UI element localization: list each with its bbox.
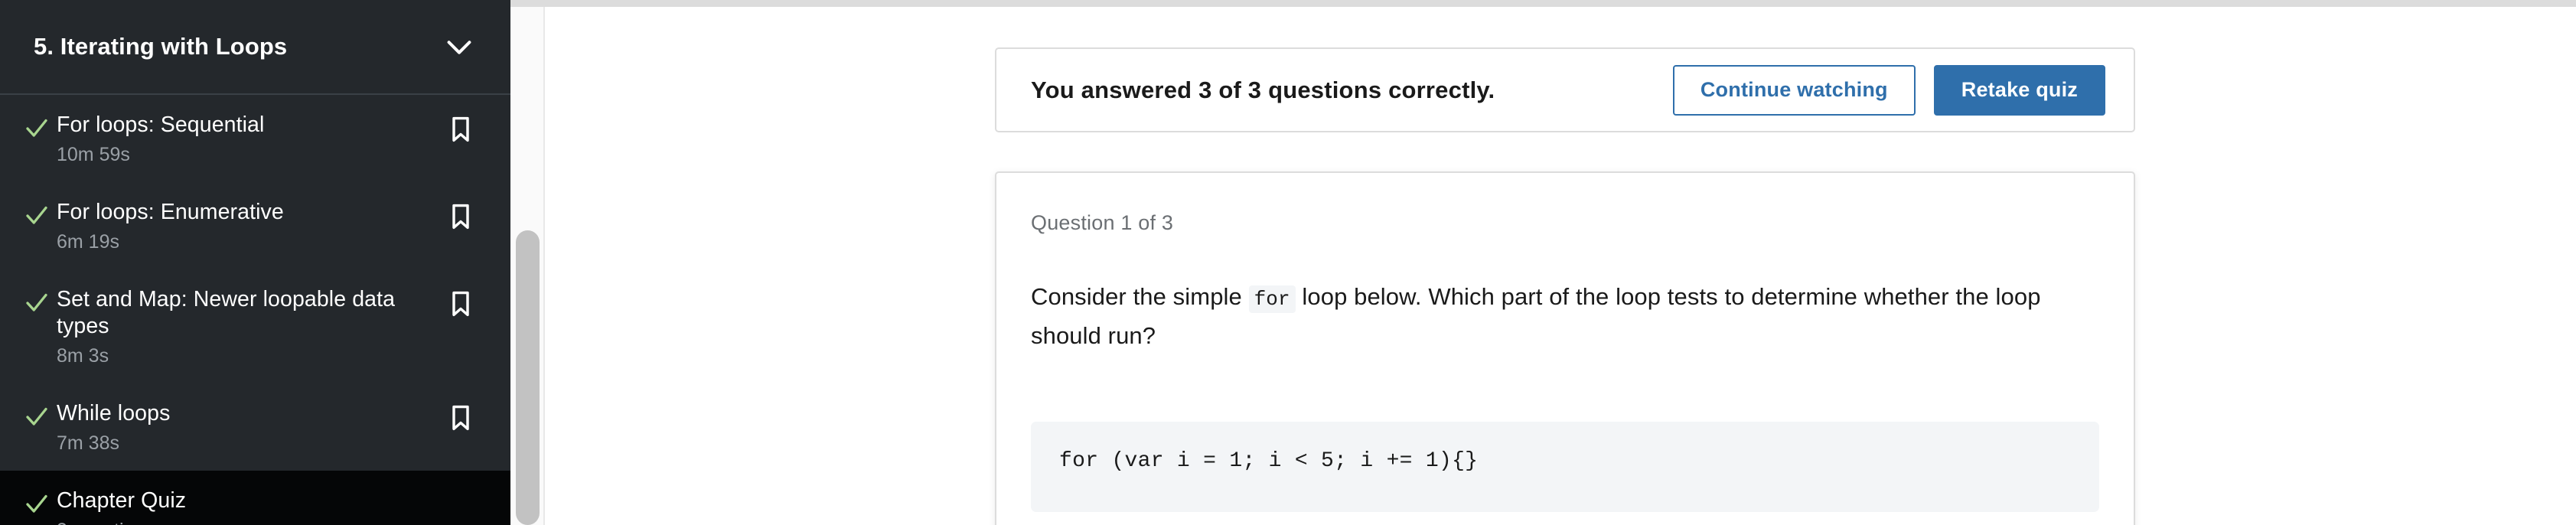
lesson-title: For loops: Enumerative [57,200,284,224]
check-icon [23,112,57,142]
lesson-question-count: 3 questions [57,518,463,525]
lesson-body: Set and Map: Newer loopable data types 8… [57,286,445,368]
lesson-item[interactable]: For loops: Sequential 10m 59s [0,95,510,182]
lesson-duration: 6m 19s [57,231,119,253]
check-icon [23,199,57,230]
lesson-duration: 8m 3s [57,345,109,367]
question-counter: Question 1 of 3 [1031,211,1174,234]
chapter-header[interactable]: 5. Iterating with Loops [0,0,510,95]
check-icon [23,400,57,431]
quiz-main-pane: You answered 3 of 3 questions correctly.… [546,7,2576,525]
chevron-down-icon[interactable] [442,29,477,64]
chapter-title: 5. Iterating with Loops [34,33,288,60]
lesson-title: Set and Map: Newer loopable data types [57,287,396,338]
quiz-result-message: You answered 3 of 3 questions correctly. [1031,76,1495,103]
lesson-item[interactable]: For loops: Enumerative 6m 19s [0,182,510,269]
lesson-body: For loops: Enumerative 6m 19s [57,199,445,254]
lesson-list: For loops: Sequential 10m 59s For loops:… [0,95,510,525]
lesson-item[interactable]: While loops 7m 38s [0,383,510,471]
lesson-title: While loops [57,401,171,426]
bookmark-icon[interactable] [445,400,477,432]
lesson-duration: 10m 59s [57,144,130,165]
app-root: 5. Iterating with Loops For loops: Seque… [0,0,2576,525]
bookmark-icon[interactable] [445,112,477,143]
lesson-title: For loops: Sequential [57,112,265,137]
lesson-item-active[interactable]: Chapter Quiz 3 questions [0,471,510,525]
course-sidebar: 5. Iterating with Loops For loops: Seque… [0,0,510,525]
sidebar-scrollbar-thumb[interactable] [516,230,540,525]
lesson-body: For loops: Sequential 10m 59s [57,112,445,167]
question-text: Consider the simple for loop below. Whic… [1031,279,2064,354]
lesson-item[interactable]: Set and Map: Newer loopable data types 8… [0,269,510,383]
code-sample-block: for (var i = 1; i < 5; i += 1){} [1031,422,2099,512]
question-card: Question 1 of 3 Consider the simple for … [995,171,2135,525]
lesson-body: While loops 7m 38s [57,400,445,455]
retake-quiz-button[interactable]: Retake quiz [1933,64,2105,116]
check-icon [23,488,57,518]
question-text-before: Consider the simple [1031,283,1242,310]
inline-code-keyword: for [1248,285,1296,313]
lesson-body: Chapter Quiz 3 questions [57,488,477,525]
check-icon [23,286,57,317]
bookmark-icon[interactable] [445,199,477,230]
lesson-duration: 7m 38s [57,432,119,454]
code-sample-text: for (var i = 1; i < 5; i += 1){} [1059,449,1479,473]
lesson-title: Chapter Quiz [57,488,187,513]
bookmark-icon[interactable] [445,286,477,318]
quiz-result-banner: You answered 3 of 3 questions correctly.… [995,47,2135,132]
continue-watching-button[interactable]: Continue watching [1672,64,1916,116]
